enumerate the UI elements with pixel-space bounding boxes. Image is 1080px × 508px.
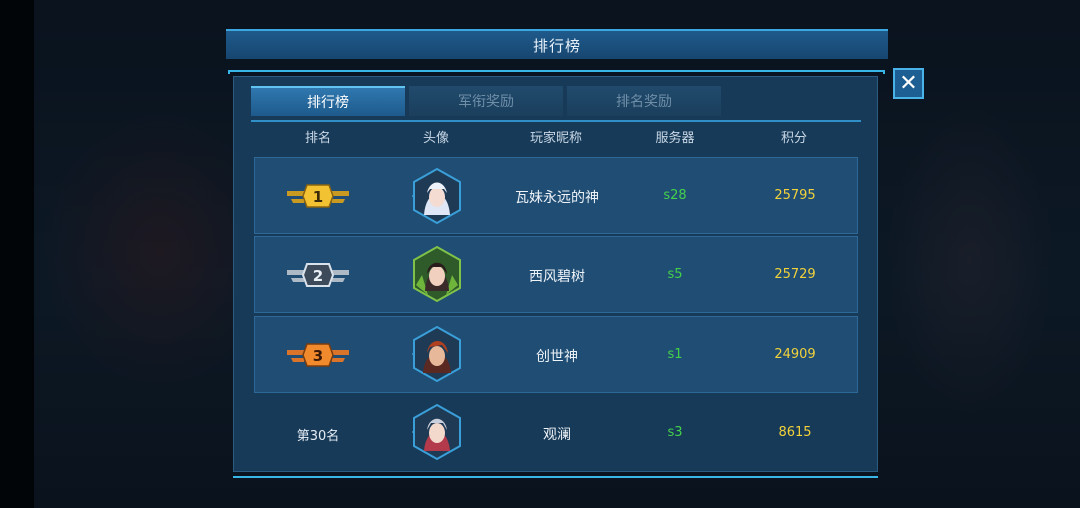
panel-frame-top	[228, 70, 885, 74]
silver-haired-heroine-avatar	[412, 403, 461, 461]
window-title: 排行榜	[532, 36, 581, 55]
my-server: s3	[667, 425, 683, 440]
rank-number: 1	[313, 188, 323, 206]
silver-rank-badge-icon: 2	[287, 263, 349, 287]
red-haired-hero-avatar	[412, 325, 461, 383]
player-server: s5	[667, 267, 683, 282]
close-icon: ✕	[899, 70, 918, 96]
tab-label: 军衔奖励	[458, 94, 514, 110]
column-header-avatar: 头像	[422, 131, 449, 146]
tab-label: 排名奖励	[616, 94, 672, 110]
player-server: s28	[663, 188, 687, 203]
player-nickname: 瓦妹永远的神	[515, 190, 599, 206]
tab-rank-rewards[interactable]: 军衔奖励	[409, 86, 563, 116]
player-score: 25795	[774, 188, 816, 203]
tab-label: 排行榜	[307, 95, 349, 111]
close-button[interactable]: ✕	[893, 68, 924, 99]
player-score: 24909	[774, 347, 816, 362]
my-rank-label: 第30名	[296, 429, 340, 444]
rank-number: 2	[313, 267, 323, 285]
tab-divider	[251, 120, 861, 122]
player-nickname: 创世神	[536, 349, 578, 365]
white-haired-heroine-avatar	[412, 167, 461, 225]
column-header-score: 积分	[780, 131, 807, 146]
column-header-nickname: 玩家昵称	[529, 131, 582, 146]
player-nickname: 西风碧树	[529, 269, 585, 285]
my-nickname: 观澜	[543, 427, 571, 443]
player-score: 25729	[774, 267, 816, 282]
tab-leaderboard[interactable]: 排行榜	[251, 86, 405, 116]
player-server: s1	[667, 347, 683, 362]
gold-rank-badge-icon: 1	[287, 184, 349, 208]
panel-frame-bottom	[233, 476, 878, 478]
tab-ranking-rewards[interactable]: 排名奖励	[567, 86, 721, 116]
bronze-rank-badge-icon: 3	[287, 343, 349, 367]
leaderboard-title-bar: 排行榜	[226, 29, 888, 59]
rank-number: 3	[313, 347, 323, 365]
my-score: 8615	[778, 425, 812, 440]
column-header-server: 服务器	[655, 131, 695, 146]
column-header-rank: 排名	[304, 131, 331, 146]
dark-haired-heroine-avatar	[413, 245, 461, 303]
